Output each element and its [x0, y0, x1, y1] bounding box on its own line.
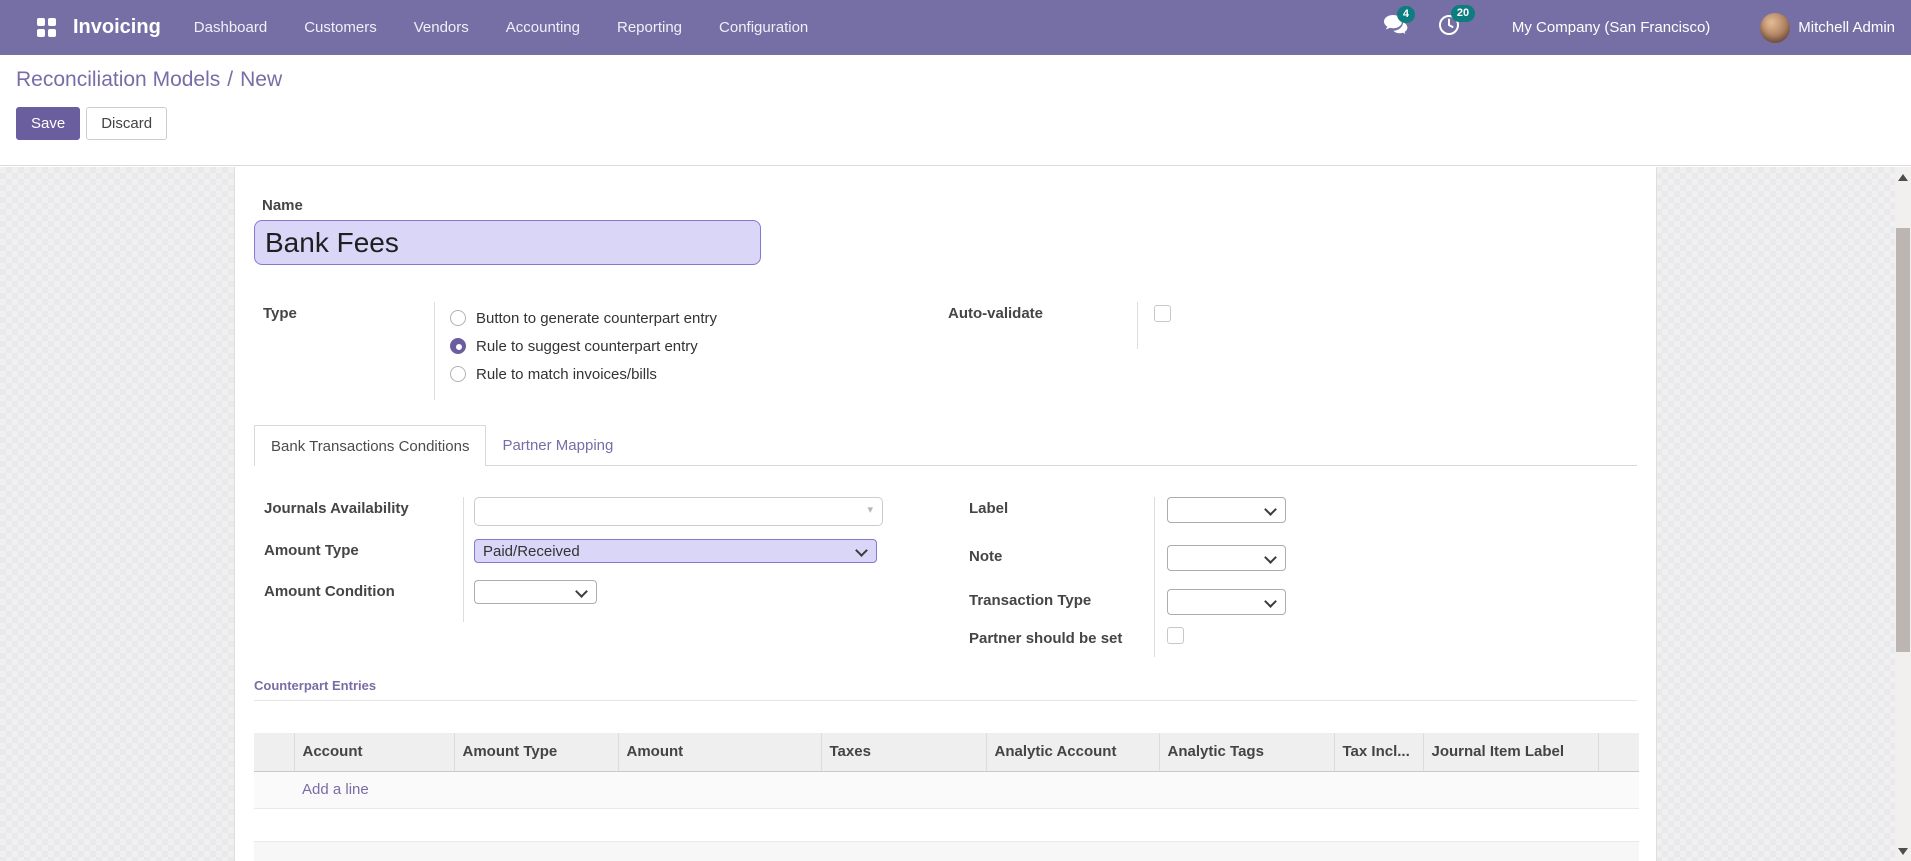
journals-availability-input[interactable]: ▾ — [474, 497, 883, 526]
header-amount-type: Amount Type — [453, 733, 618, 772]
header-analytic-tags: Analytic Tags — [1158, 733, 1334, 772]
partner-should-be-set-label: Partner should be set — [969, 630, 1123, 647]
user-avatar[interactable] — [1760, 12, 1791, 43]
nav-item-customers[interactable]: Customers — [304, 19, 377, 36]
app-brand[interactable]: Invoicing — [73, 16, 161, 39]
top-navbar: Invoicing Dashboard Customers Vendors Ac… — [0, 0, 1911, 55]
amount-condition-select[interactable] — [474, 580, 597, 604]
header-account: Account — [293, 733, 454, 772]
amount-type-selected-value: Paid/Received — [483, 542, 580, 560]
breadcrumb-current: New — [240, 68, 283, 91]
radio-option-rule-to-match[interactable]: Rule to match invoices/bills — [450, 360, 717, 388]
nav-item-vendors[interactable]: Vendors — [414, 19, 469, 36]
save-button[interactable]: Save — [16, 107, 81, 140]
add-line-row: Add a line — [254, 771, 1639, 809]
transaction-type-select[interactable] — [1167, 589, 1286, 615]
notebook: Bank Transactions Conditions Partner Map… — [254, 425, 1637, 657]
control-panel-buttons: Save Discard — [16, 107, 1911, 140]
discard-button[interactable]: Discard — [86, 107, 168, 140]
type-field-label: Type — [263, 305, 297, 322]
striped-row — [254, 841, 1639, 861]
header-amount: Amount — [617, 733, 821, 772]
nav-item-configuration[interactable]: Configuration — [719, 19, 808, 36]
partner-should-be-set-checkbox[interactable] — [1167, 627, 1184, 644]
dropdown-caret-icon[interactable]: ▾ — [867, 505, 873, 516]
counterpart-table: Account Amount Type Amount Taxes Analyti… — [254, 733, 1639, 861]
messages-menu[interactable]: 4 — [1383, 6, 1416, 40]
label-field-label: Label — [969, 500, 1009, 517]
amount-type-label: Amount Type — [264, 542, 359, 559]
add-a-line-link[interactable]: Add a line — [302, 781, 369, 798]
scroll-up-arrow-icon — [1898, 173, 1908, 181]
header-selector-column — [254, 733, 294, 772]
breadcrumb-parent-link[interactable]: Reconciliation Models — [16, 68, 220, 91]
amount-type-select[interactable]: Paid/Received — [474, 539, 877, 563]
activities-menu[interactable]: 20 — [1438, 5, 1476, 41]
top-field-group: Type Button to generate counterpart entr… — [254, 302, 1637, 400]
header-trailing-column — [1597, 733, 1639, 772]
content-area: Name Type Button to generate counterpart… — [0, 167, 1911, 861]
navbar-systray: 4 20 My Company (San Francisco) Mitchell… — [1383, 5, 1911, 43]
scrollbar-down-button[interactable] — [1895, 841, 1911, 861]
tab-bank-transactions-conditions[interactable]: Bank Transactions Conditions — [254, 425, 487, 466]
empty-row — [254, 808, 1639, 842]
note-field-label: Note — [969, 548, 1003, 565]
radio-selected-icon[interactable] — [450, 338, 466, 354]
nav-menu: Dashboard Customers Vendors Accounting R… — [194, 19, 845, 36]
name-input[interactable] — [254, 220, 761, 265]
form-sheet: Name Type Button to generate counterpart… — [234, 167, 1657, 861]
header-taxes: Taxes — [820, 733, 986, 772]
auto-validate-cell — [1137, 302, 1171, 349]
tab-partner-mapping[interactable]: Partner Mapping — [486, 425, 629, 465]
messages-badge: 4 — [1396, 6, 1416, 23]
nav-item-accounting[interactable]: Accounting — [506, 19, 580, 36]
auto-validate-label: Auto-validate — [948, 305, 1044, 322]
scrollbar-up-button[interactable] — [1895, 167, 1911, 187]
nav-item-reporting[interactable]: Reporting — [617, 19, 682, 36]
radio-icon[interactable] — [450, 310, 466, 326]
auto-validate-checkbox[interactable] — [1154, 305, 1171, 322]
scrollbar-thumb[interactable] — [1896, 228, 1910, 652]
type-radio-group: Button to generate counterpart entry Rul… — [434, 302, 717, 400]
header-tax-included: Tax Incl... — [1333, 733, 1423, 772]
control-panel: Reconciliation Models / New Save Discard — [0, 55, 1911, 166]
radio-option-button-to-generate[interactable]: Button to generate counterpart entry — [450, 304, 717, 332]
company-switcher[interactable]: My Company (San Francisco) — [1512, 19, 1710, 36]
table-header-row: Account Amount Type Amount Taxes Analyti… — [254, 733, 1639, 772]
breadcrumb: Reconciliation Models / New — [16, 68, 1911, 92]
user-menu[interactable]: Mitchell Admin — [1798, 19, 1895, 36]
radio-icon[interactable] — [450, 366, 466, 382]
label-select[interactable] — [1167, 497, 1286, 523]
row-selector-cell — [254, 771, 294, 809]
vertical-scrollbar[interactable] — [1895, 167, 1911, 861]
amount-condition-label: Amount Condition — [264, 583, 395, 600]
transaction-type-label: Transaction Type — [969, 592, 1092, 609]
header-analytic-account: Analytic Account — [985, 733, 1159, 772]
counterpart-entries-title: Counterpart Entries — [254, 678, 1637, 701]
header-journal-item-label: Journal Item Label — [1422, 733, 1598, 772]
activities-badge: 20 — [1450, 5, 1476, 22]
journals-availability-label: Journals Availability — [264, 500, 409, 517]
radio-option-rule-to-suggest[interactable]: Rule to suggest counterpart entry — [450, 332, 717, 360]
breadcrumb-separator: / — [227, 68, 234, 91]
tab-bar: Bank Transactions Conditions Partner Map… — [254, 425, 1637, 466]
nav-item-dashboard[interactable]: Dashboard — [194, 19, 267, 36]
apps-grid-icon[interactable] — [37, 18, 56, 37]
scroll-down-arrow-icon — [1898, 847, 1908, 855]
note-select[interactable] — [1167, 545, 1286, 571]
tab-page-bank-transactions-conditions: Journals Availability ▾ Amount Type Paid… — [254, 466, 1637, 657]
name-field-label: Name — [262, 197, 303, 214]
